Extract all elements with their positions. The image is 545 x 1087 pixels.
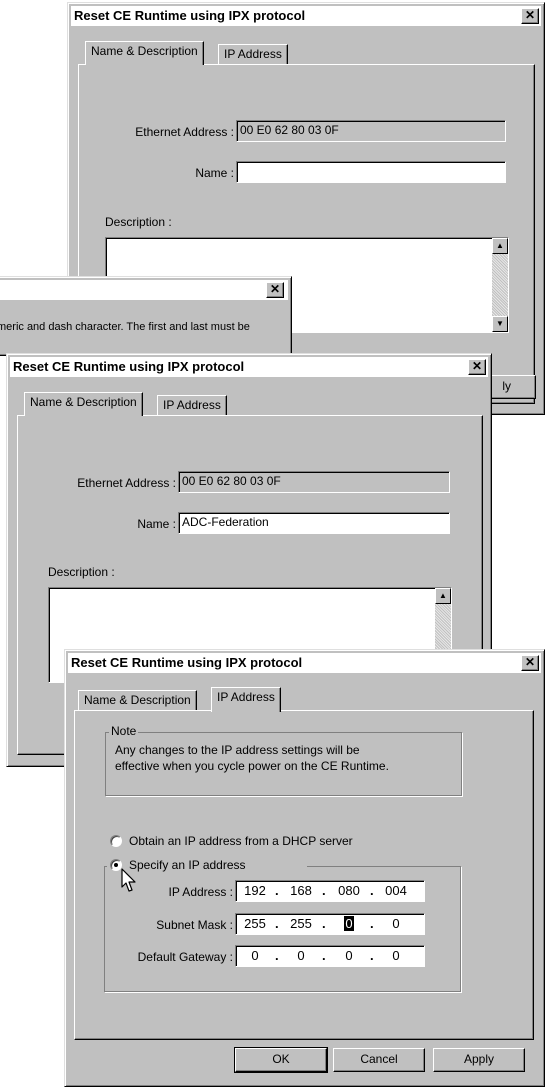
tab-label: IP Address bbox=[163, 398, 221, 412]
message-box: ✕ meric and dash character. The first an… bbox=[0, 276, 292, 356]
ip-separator: . bbox=[322, 916, 326, 931]
ip-address-label: IP Address : bbox=[168, 885, 233, 899]
tab-label: Name & Description bbox=[91, 44, 198, 58]
tab-ip-address[interactable]: IP Address bbox=[218, 44, 288, 65]
ethernet-address-label: Ethernet Address : bbox=[77, 476, 176, 490]
mask-octet-selected[interactable]: 0 bbox=[332, 914, 366, 933]
specify-ip-radio-label[interactable]: Specify an IP address bbox=[129, 858, 246, 872]
default-gateway-label: Default Gateway : bbox=[137, 950, 233, 964]
ip-separator: . bbox=[322, 883, 326, 898]
dialog-front: Reset CE Runtime using IPX protocol ✕ Na… bbox=[64, 649, 545, 1087]
description-label: Description : bbox=[105, 215, 172, 229]
tab-ip-address[interactable]: IP Address bbox=[211, 687, 281, 712]
note-text-line: Any changes to the IP address settings w… bbox=[115, 743, 360, 757]
dialog-front-titlebar: Reset CE Runtime using IPX protocol ✕ bbox=[68, 653, 541, 673]
close-icon: ✕ bbox=[269, 282, 281, 296]
gateway-octet[interactable]: 0 bbox=[332, 946, 366, 965]
ok-button[interactable]: OK bbox=[234, 1047, 328, 1073]
close-button[interactable]: ✕ bbox=[266, 282, 284, 298]
mask-octet[interactable]: 255 bbox=[238, 914, 272, 933]
dialog-middle-titlebar: Reset CE Runtime using IPX protocol ✕ bbox=[10, 357, 488, 377]
ip-separator: . bbox=[275, 883, 279, 898]
gateway-octet[interactable]: 0 bbox=[284, 946, 318, 965]
ip-address-field[interactable]: 192 . 168 . 080 . 004 bbox=[235, 880, 425, 902]
cancel-button[interactable]: Cancel bbox=[333, 1048, 425, 1072]
ip-separator: . bbox=[370, 883, 374, 898]
name-input[interactable]: ADC-Federation bbox=[178, 512, 450, 534]
tab-name-description[interactable]: Name & Description bbox=[85, 41, 204, 65]
tab-ip-address[interactable]: IP Address bbox=[157, 395, 227, 416]
close-button[interactable]: ✕ bbox=[468, 359, 486, 375]
close-icon: ✕ bbox=[471, 359, 483, 373]
gateway-octet[interactable]: 0 bbox=[379, 946, 413, 965]
default-gateway-field[interactable]: 0 . 0 . 0 . 0 bbox=[235, 945, 425, 967]
scroll-down-icon[interactable]: ▼ bbox=[492, 316, 508, 332]
vertical-scrollbar[interactable]: ▲ ▼ bbox=[492, 238, 508, 332]
mask-octet[interactable]: 255 bbox=[284, 914, 318, 933]
ip-separator: . bbox=[370, 916, 374, 931]
scroll-up-icon[interactable]: ▲ bbox=[492, 238, 508, 254]
tab-label: Name & Description bbox=[30, 395, 137, 409]
note-title: Note bbox=[109, 724, 139, 738]
name-label: Name : bbox=[137, 517, 176, 531]
note-text-line: effective when you cycle power on the CE… bbox=[115, 759, 389, 773]
subnet-mask-label: Subnet Mask : bbox=[156, 918, 233, 932]
ip-separator: . bbox=[370, 948, 374, 963]
ip-octet[interactable]: 004 bbox=[379, 881, 413, 900]
ip-separator: . bbox=[322, 948, 326, 963]
name-label: Name : bbox=[195, 166, 234, 180]
message-box-titlebar: ✕ bbox=[0, 280, 288, 300]
dialog-back-titlebar: Reset CE Runtime using IPX protocol ✕ bbox=[71, 6, 541, 26]
dhcp-radio[interactable] bbox=[110, 835, 122, 847]
apply-button[interactable]: Apply bbox=[433, 1048, 525, 1072]
ethernet-address-field: 00 E0 62 80 03 0F bbox=[178, 471, 450, 493]
ethernet-address-field: 00 E0 62 80 03 0F bbox=[236, 120, 506, 142]
tab-name-description[interactable]: Name & Description bbox=[78, 690, 197, 711]
ip-separator: . bbox=[275, 916, 279, 931]
tab-name-description[interactable]: Name & Description bbox=[24, 392, 143, 416]
ethernet-address-label: Ethernet Address : bbox=[135, 125, 234, 139]
mask-octet[interactable]: 0 bbox=[379, 914, 413, 933]
description-label: Description : bbox=[48, 565, 115, 579]
dialog-title: Reset CE Runtime using IPX protocol bbox=[74, 8, 306, 23]
ip-separator: . bbox=[275, 948, 279, 963]
tab-label: IP Address bbox=[217, 690, 275, 704]
close-icon: ✕ bbox=[524, 655, 536, 669]
dialog-title: Reset CE Runtime using IPX protocol bbox=[13, 359, 245, 374]
tab-label: Name & Description bbox=[84, 693, 191, 707]
dhcp-radio-label[interactable]: Obtain an IP address from a DHCP server bbox=[129, 834, 353, 848]
tab-label: IP Address bbox=[224, 47, 282, 61]
gateway-octet[interactable]: 0 bbox=[238, 946, 272, 965]
button-label: ly bbox=[502, 379, 511, 393]
subnet-mask-field[interactable]: 255 . 255 . 0 . 0 bbox=[235, 913, 425, 935]
ip-octet[interactable]: 192 bbox=[238, 881, 272, 900]
ip-octet[interactable]: 168 bbox=[284, 881, 318, 900]
ip-octet[interactable]: 080 bbox=[332, 881, 366, 900]
dialog-title: Reset CE Runtime using IPX protocol bbox=[71, 655, 303, 670]
mouse-pointer-icon bbox=[121, 868, 136, 892]
text-caret: 0 bbox=[344, 916, 354, 931]
close-button[interactable]: ✕ bbox=[521, 8, 539, 24]
scroll-up-icon[interactable]: ▲ bbox=[435, 588, 451, 604]
message-text: meric and dash character. The first and … bbox=[0, 321, 250, 333]
close-icon: ✕ bbox=[524, 8, 536, 22]
close-button[interactable]: ✕ bbox=[521, 655, 539, 671]
name-input[interactable] bbox=[236, 161, 506, 183]
